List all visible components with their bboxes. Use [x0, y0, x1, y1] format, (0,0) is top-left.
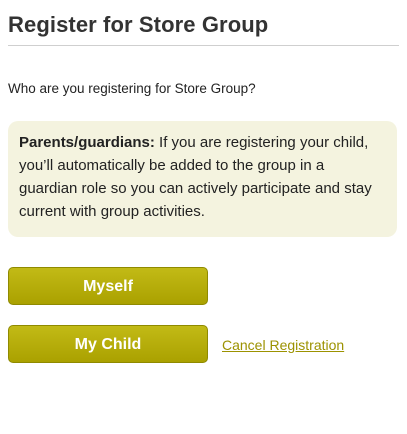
registration-question: Who are you registering for Store Group? — [8, 81, 256, 96]
notice-label: Parents/guardians: — [19, 134, 155, 151]
my-child-button[interactable]: My Child — [8, 325, 208, 363]
myself-button[interactable]: Myself — [8, 267, 208, 305]
title-divider — [8, 45, 399, 46]
cancel-registration-link[interactable]: Cancel Registration — [222, 337, 344, 353]
page-title: Register for Store Group — [8, 12, 269, 37]
guardian-notice: Parents/guardians: If you are registerin… — [8, 121, 397, 237]
